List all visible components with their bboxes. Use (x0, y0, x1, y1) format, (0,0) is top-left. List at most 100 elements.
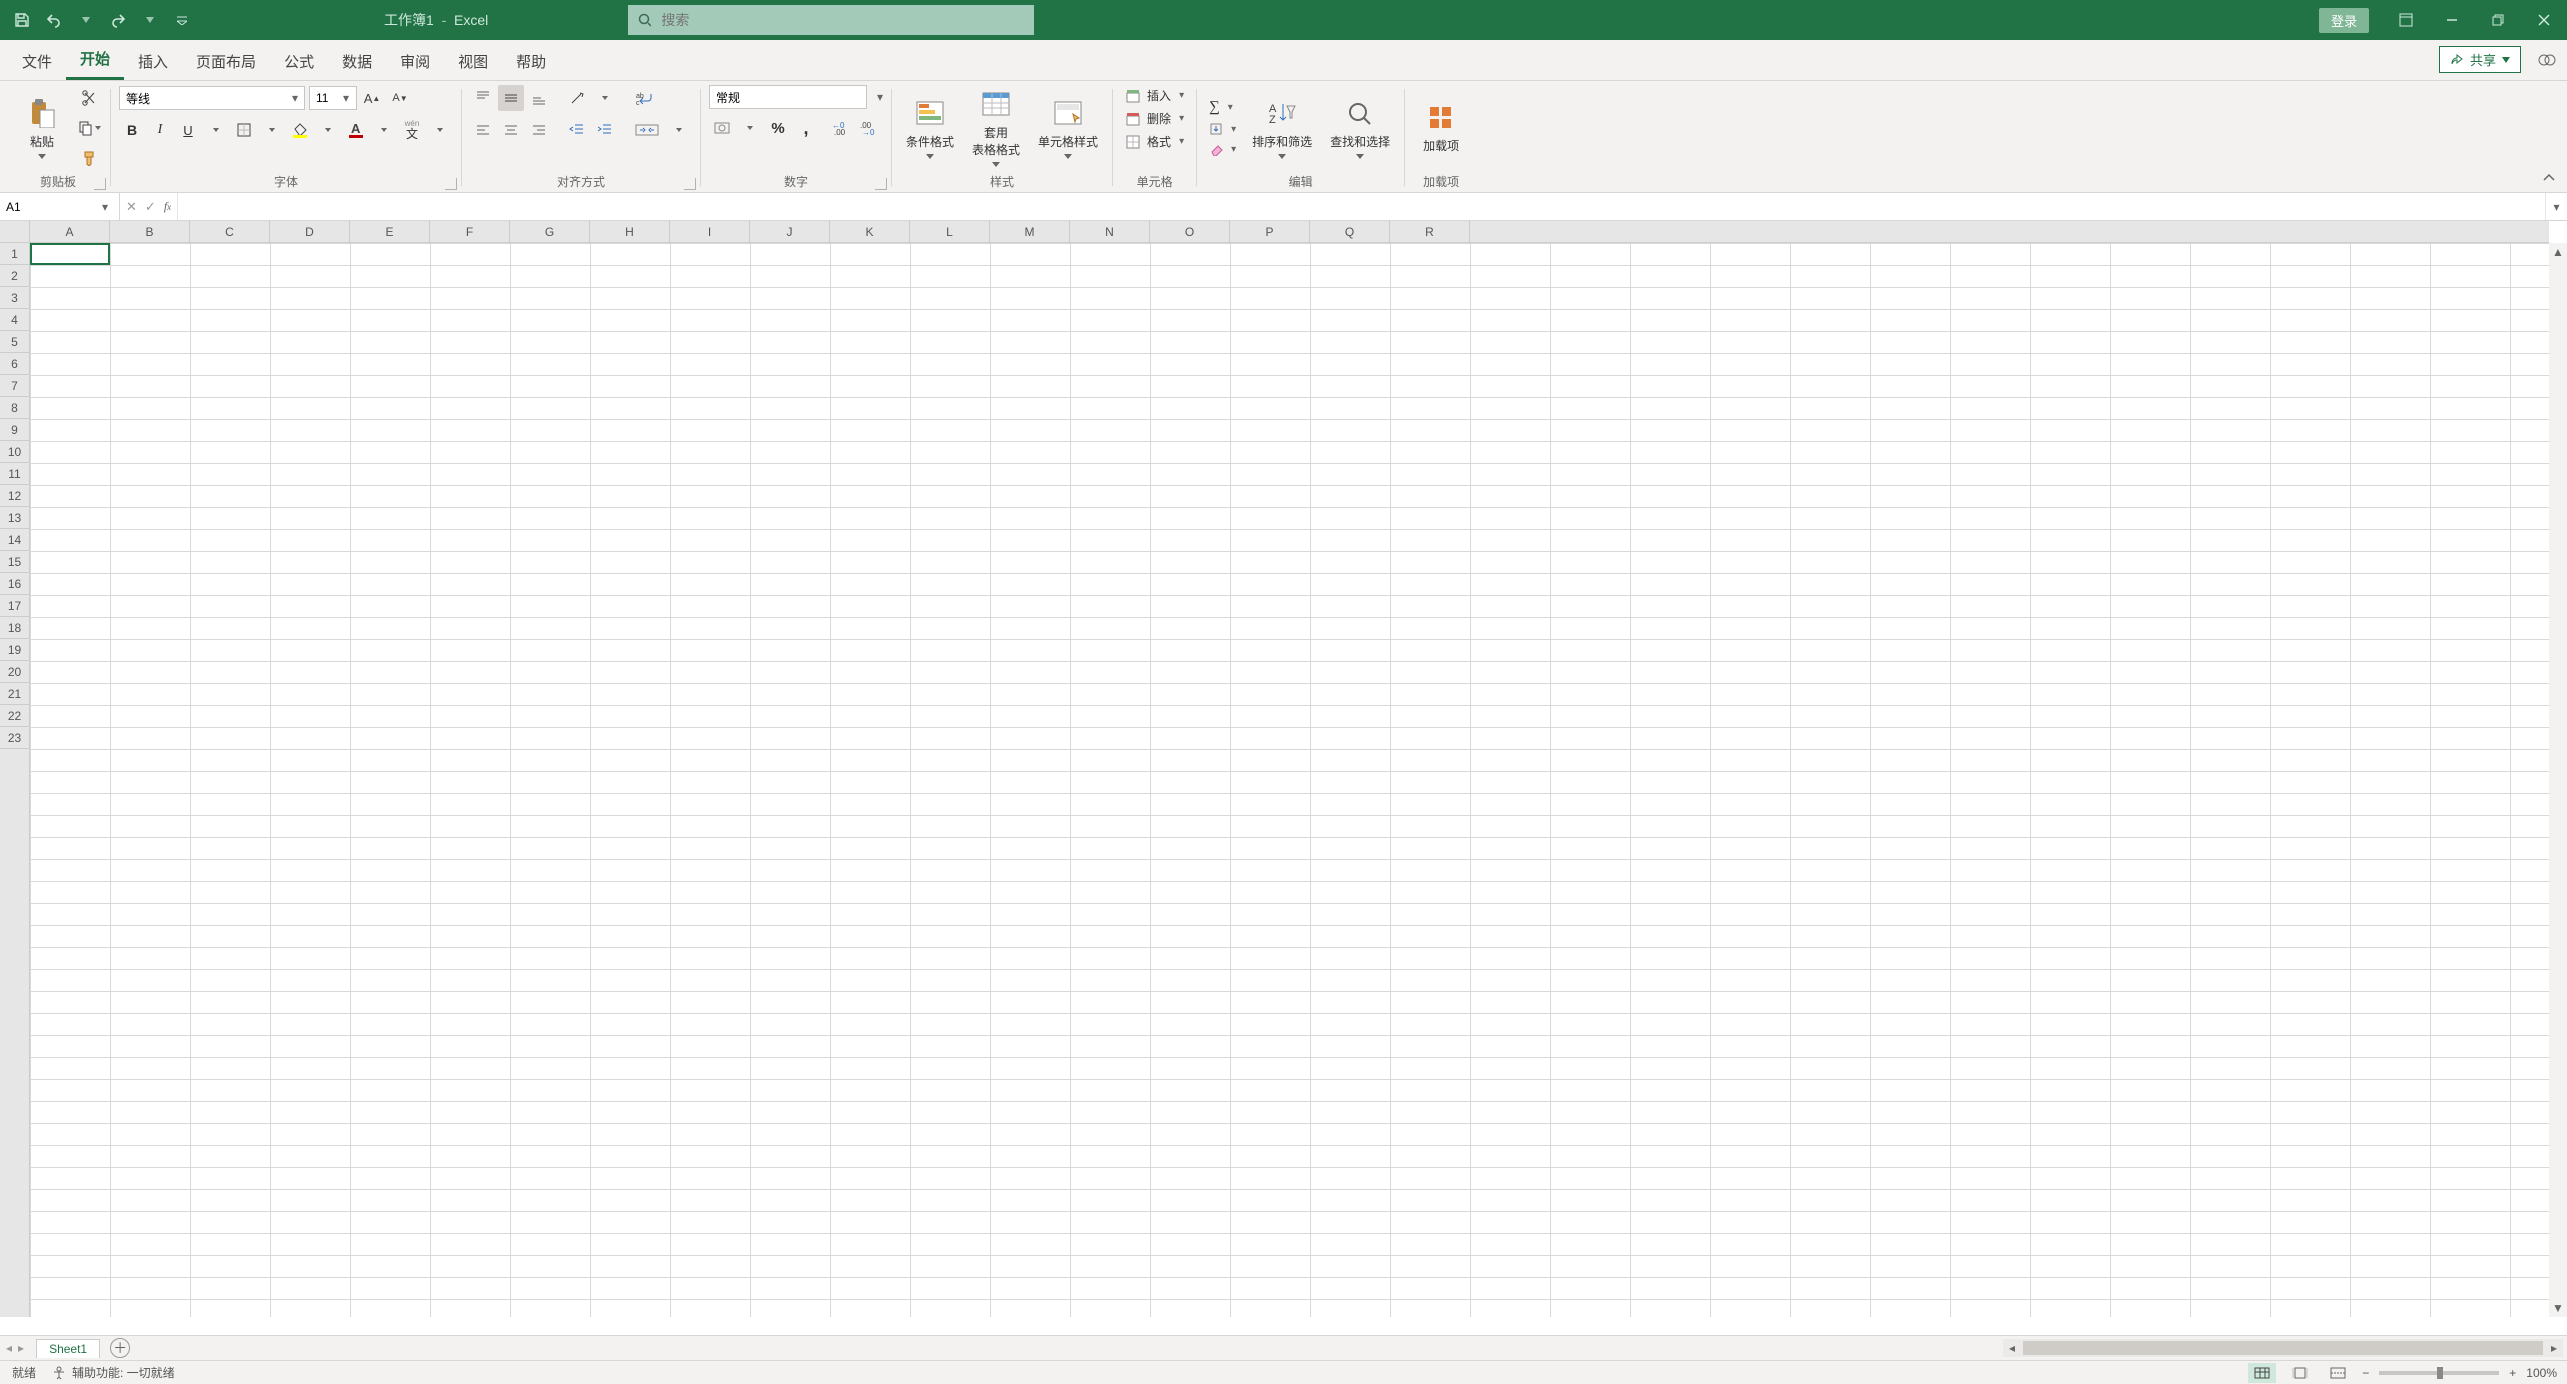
zoom-slider-knob[interactable] (2437, 1367, 2443, 1379)
name-box[interactable]: ▾ (0, 193, 120, 220)
merge-center-dropdown[interactable] (666, 117, 692, 143)
row-header[interactable]: 10 (0, 441, 29, 463)
row-header[interactable]: 18 (0, 617, 29, 639)
row-header[interactable]: 5 (0, 331, 29, 353)
clipboard-dialog-launcher[interactable] (94, 178, 106, 190)
column-header[interactable]: I (670, 221, 750, 242)
underline-button[interactable]: U (175, 117, 201, 143)
borders-dropdown[interactable] (259, 117, 285, 143)
zoom-slider[interactable] (2379, 1371, 2499, 1375)
format-cells-button[interactable]: 格式 ▾ (1121, 131, 1188, 152)
font-color-dropdown[interactable] (371, 117, 397, 143)
row-header[interactable]: 1 (0, 243, 29, 265)
column-header[interactable]: R (1390, 221, 1470, 242)
orientation-dropdown[interactable] (592, 85, 618, 111)
horizontal-scroll-thumb[interactable] (2023, 1341, 2543, 1355)
scroll-left-button[interactable]: ◂ (2003, 1339, 2021, 1357)
column-header[interactable]: P (1230, 221, 1310, 242)
row-header[interactable]: 6 (0, 353, 29, 375)
font-size-input[interactable] (310, 87, 338, 109)
sheet-nav-next[interactable]: ▸ (18, 1341, 24, 1355)
accounting-format-button[interactable] (709, 115, 735, 141)
name-box-input[interactable] (0, 200, 96, 214)
enter-edit-button[interactable]: ✓ (145, 199, 156, 215)
view-page-layout-button[interactable] (2286, 1363, 2314, 1383)
align-top[interactable] (470, 85, 496, 111)
clear-button[interactable]: ▾ (1205, 140, 1240, 158)
tab-help[interactable]: 帮助 (502, 41, 560, 80)
format-painter-button[interactable] (76, 145, 102, 171)
increase-indent[interactable] (592, 117, 618, 143)
select-all-corner[interactable] (0, 221, 30, 243)
font-size-dropdown[interactable]: ▾ (338, 91, 354, 105)
tell-me-search[interactable] (628, 5, 1034, 35)
increase-font-size[interactable]: A▲ (359, 85, 385, 111)
column-header[interactable]: H (590, 221, 670, 242)
search-input[interactable] (661, 12, 1024, 28)
percent-style-button[interactable]: % (765, 115, 791, 141)
font-color-button[interactable]: A (343, 117, 369, 143)
column-header[interactable]: J (750, 221, 830, 242)
wrap-text-button[interactable]: abc (630, 85, 664, 111)
vertical-scrollbar[interactable]: ▲ ▼ (2549, 243, 2567, 1317)
decrease-indent[interactable] (564, 117, 590, 143)
column-header[interactable]: B (110, 221, 190, 242)
column-header[interactable]: Q (1310, 221, 1390, 242)
scroll-down-button[interactable]: ▼ (2549, 1299, 2567, 1317)
borders-button[interactable] (231, 117, 257, 143)
tab-review[interactable]: 审阅 (386, 41, 444, 80)
row-header[interactable]: 15 (0, 551, 29, 573)
row-header[interactable]: 8 (0, 397, 29, 419)
cell-grid[interactable] (30, 243, 2549, 1317)
number-format-dropdown[interactable]: ▾ (877, 90, 883, 104)
align-right[interactable] (526, 117, 552, 143)
row-header[interactable]: 13 (0, 507, 29, 529)
sheet-nav-prev[interactable]: ◂ (6, 1341, 12, 1355)
horizontal-scroll-track[interactable] (2021, 1339, 2545, 1357)
sheet-tab-sheet1[interactable]: Sheet1 (36, 1339, 100, 1358)
zoom-out-button[interactable]: − (2362, 1366, 2369, 1380)
redo-dropdown[interactable] (136, 6, 164, 34)
font-dialog-launcher[interactable] (445, 178, 457, 190)
column-header[interactable]: L (910, 221, 990, 242)
decrease-decimal-button[interactable]: .00→0 (857, 115, 883, 141)
fill-color-dropdown[interactable] (315, 117, 341, 143)
zoom-in-button[interactable]: + (2509, 1366, 2516, 1380)
orientation-button[interactable] (564, 85, 590, 111)
row-header[interactable]: 14 (0, 529, 29, 551)
column-header[interactable]: K (830, 221, 910, 242)
view-normal-button[interactable] (2248, 1363, 2276, 1383)
column-header[interactable]: O (1150, 221, 1230, 242)
accounting-dropdown[interactable] (737, 115, 763, 141)
align-middle[interactable] (498, 85, 524, 111)
window-restore[interactable] (2475, 0, 2521, 40)
cell-styles-button[interactable]: 单元格样式 (1032, 95, 1104, 161)
view-page-break-button[interactable] (2324, 1363, 2352, 1383)
zoom-level[interactable]: 100% (2526, 1366, 2557, 1380)
horizontal-scrollbar[interactable]: ◂ ▸ (2003, 1339, 2563, 1357)
underline-dropdown[interactable] (203, 117, 229, 143)
format-as-table-button[interactable]: 套用 表格格式 (966, 86, 1026, 169)
window-minimize[interactable] (2429, 0, 2475, 40)
collapse-ribbon-button[interactable] (2543, 172, 2559, 188)
column-header[interactable]: D (270, 221, 350, 242)
font-name-input[interactable] (120, 87, 287, 109)
column-header[interactable]: G (510, 221, 590, 242)
copy-button[interactable] (76, 115, 102, 141)
tab-insert[interactable]: 插入 (124, 41, 182, 80)
row-header[interactable]: 3 (0, 287, 29, 309)
autosum-button[interactable]: ∑▾ (1205, 97, 1240, 118)
sign-in-button[interactable]: 登录 (2319, 8, 2369, 33)
formula-input[interactable] (178, 200, 2545, 214)
row-header[interactable]: 20 (0, 661, 29, 683)
font-name-combo[interactable]: ▾ (119, 86, 305, 110)
scroll-right-button[interactable]: ▸ (2545, 1339, 2563, 1357)
row-header[interactable]: 23 (0, 727, 29, 749)
comma-style-button[interactable]: , (793, 115, 819, 141)
insert-cells-button[interactable]: 插入 ▾ (1121, 85, 1188, 106)
tab-file[interactable]: 文件 (8, 41, 66, 80)
bold-button[interactable]: B (119, 117, 145, 143)
name-box-dropdown[interactable]: ▾ (96, 200, 114, 214)
tab-formulas[interactable]: 公式 (270, 41, 328, 80)
delete-cells-button[interactable]: 删除 ▾ (1121, 108, 1188, 129)
